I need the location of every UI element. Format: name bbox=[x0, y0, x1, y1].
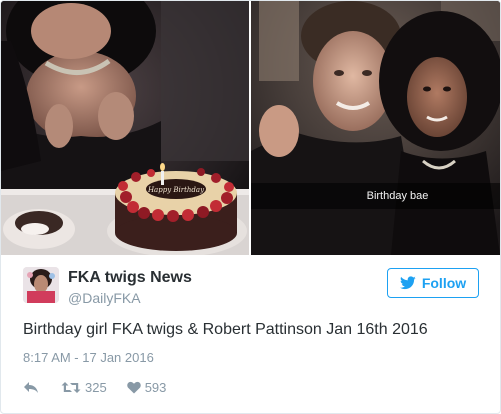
retweet-icon bbox=[61, 381, 81, 393]
author-display-name[interactable]: FKA twigs News bbox=[68, 269, 192, 287]
photo-couple-selfie[interactable]: Birthday bae bbox=[251, 1, 500, 255]
like-count: 593 bbox=[144, 379, 167, 395]
reply-button[interactable] bbox=[23, 381, 39, 394]
author-screen-name[interactable]: @DailyFKA bbox=[68, 290, 141, 306]
cake-icing-text: Happy Birthday bbox=[147, 186, 205, 194]
selfie-photo-image bbox=[251, 1, 500, 255]
retweet-button[interactable]: 325 bbox=[61, 380, 107, 395]
follow-label: Follow bbox=[421, 275, 467, 291]
snap-caption-text: Birthday bae bbox=[366, 190, 429, 202]
tweet-actions: 325 593 bbox=[23, 377, 166, 397]
avatar-image bbox=[23, 267, 59, 303]
retweet-count: 325 bbox=[85, 379, 107, 395]
like-button[interactable]: 593 bbox=[126, 379, 167, 395]
twitter-bird-icon bbox=[399, 276, 416, 290]
heart-icon bbox=[126, 381, 141, 393]
tweet-timestamp[interactable]: 8:17 AM - 17 Jan 2016 bbox=[23, 350, 154, 365]
photo-birthday-cake[interactable]: Happy Birthday bbox=[1, 1, 249, 255]
avatar[interactable] bbox=[23, 267, 59, 303]
snap-caption-bar: Birthday bae bbox=[251, 183, 500, 209]
embedded-tweet-card: Happy Birthday Birthday bae FKA twigs Ne… bbox=[0, 0, 501, 414]
reply-icon bbox=[24, 381, 38, 393]
tweet-text: Birthday girl FKA twigs & Robert Pattins… bbox=[23, 321, 428, 338]
tweet-photos: Happy Birthday Birthday bae bbox=[1, 1, 500, 255]
follow-button[interactable]: Follow bbox=[387, 268, 479, 298]
cake-photo-image: Happy Birthday bbox=[1, 1, 249, 255]
